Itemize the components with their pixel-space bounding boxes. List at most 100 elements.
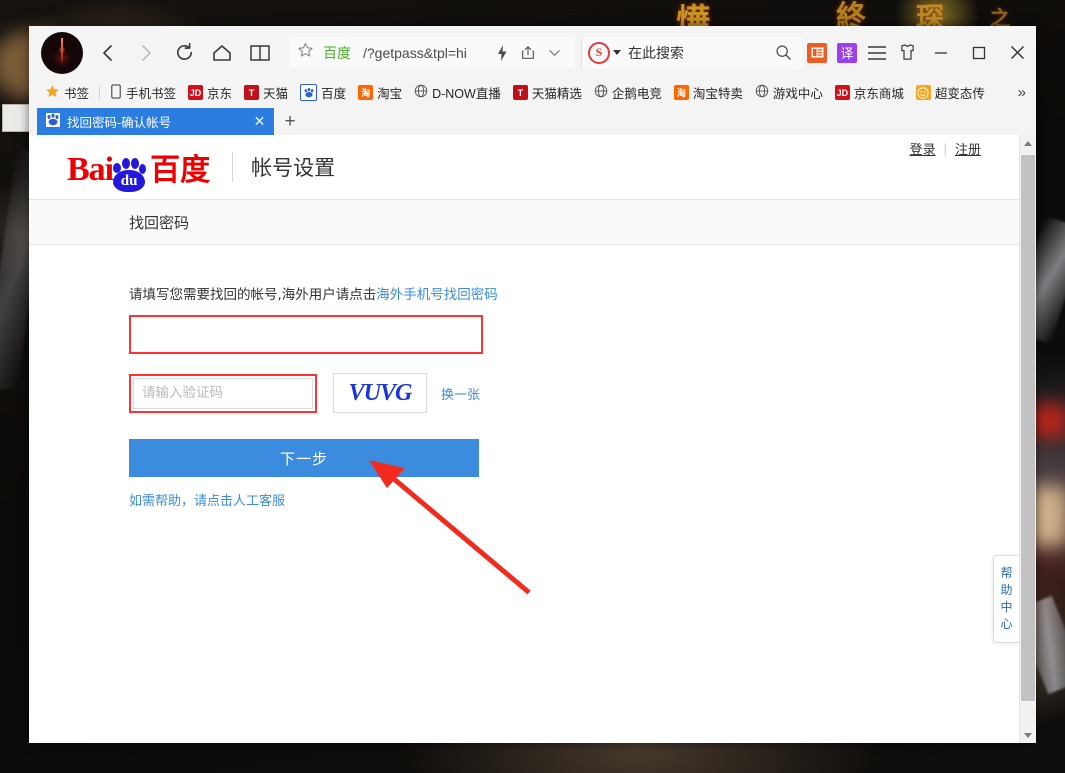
- url-text[interactable]: /?getpass&tpl=hi: [363, 45, 489, 61]
- scroll-up-button[interactable]: [1020, 135, 1036, 151]
- phone-icon: [110, 84, 122, 102]
- bookmark-label: 京东: [207, 83, 232, 102]
- tmall-icon: T: [513, 85, 528, 100]
- bookmark-item-jd[interactable]: JD 京东: [182, 82, 238, 103]
- jd-icon: JD: [835, 85, 850, 100]
- baidu-paw-icon: du: [111, 157, 147, 193]
- avatar[interactable]: [41, 32, 83, 74]
- bookmark-item-dnow[interactable]: D-NOW直播: [408, 82, 507, 103]
- bookmark-item-jd-mall[interactable]: JD 京东商城: [829, 82, 910, 103]
- captcha-image[interactable]: VUVG: [333, 373, 427, 413]
- header-divider: [232, 152, 233, 182]
- header-subtitle: 帐号设置: [251, 152, 335, 182]
- new-tab-button[interactable]: +: [274, 108, 306, 135]
- smiley-icon: [916, 85, 931, 100]
- page-content: Bai du 百度 帐号设置 登录 | 注册: [29, 135, 1019, 743]
- page-scrollbar[interactable]: [1019, 135, 1036, 743]
- logo-bai-text: Bai: [67, 151, 113, 189]
- captcha-row: VUVG 换一张: [129, 373, 1019, 413]
- minimize-button[interactable]: [922, 33, 960, 73]
- home-icon[interactable]: [203, 34, 241, 72]
- taobao-icon: 淘: [358, 85, 373, 100]
- url-site-label: 百度: [323, 43, 351, 63]
- search-box[interactable]: S 在此搜索: [581, 37, 802, 69]
- tab-close-icon[interactable]: ✕: [251, 113, 268, 130]
- captcha-input[interactable]: [133, 378, 313, 409]
- reader-mode-icon[interactable]: [241, 34, 279, 72]
- captcha-refresh-link[interactable]: 换一张: [441, 384, 480, 403]
- search-icon[interactable]: [770, 39, 796, 67]
- menu-icon[interactable]: [862, 36, 892, 70]
- bookmark-item-chaobiantai[interactable]: 超变态传: [910, 82, 991, 103]
- bookmark-label: 百度: [321, 83, 346, 102]
- bookmark-label: 书签: [64, 83, 89, 102]
- scroll-down-button[interactable]: [1020, 727, 1036, 743]
- bookmarks-bar: 书签 手机书签 JD 京东 T 天猫 百度 淘 淘宝: [29, 79, 1036, 106]
- globe-icon: [755, 84, 769, 101]
- bookmark-item-tmall-select[interactable]: T 天猫精选: [507, 82, 588, 103]
- globe-icon: [414, 84, 428, 101]
- section-bar: 找回密码: [29, 200, 1019, 245]
- tmall-icon: T: [244, 85, 259, 100]
- chevron-down-icon[interactable]: [541, 39, 567, 67]
- tab-strip: 找回密码-确认帐号 ✕ +: [29, 106, 1036, 135]
- bookmark-label: 手机书签: [126, 83, 176, 102]
- site-header: Bai du 百度 帐号设置 登录 | 注册: [29, 135, 1019, 200]
- form-hint: 请填写您需要找回的帐号,海外用户请点击海外手机号找回密码: [129, 283, 1019, 303]
- forward-button[interactable]: [127, 34, 165, 72]
- star-icon: [45, 84, 60, 102]
- bookmark-label: 淘宝: [377, 83, 402, 102]
- login-link[interactable]: 登录: [902, 139, 944, 158]
- desktop-icon[interactable]: [2, 104, 32, 132]
- translate-icon[interactable]: 译: [832, 36, 862, 70]
- register-link[interactable]: 注册: [947, 139, 989, 158]
- tab-title: 找回密码-确认帐号: [67, 112, 251, 131]
- tab-找回密码-确认帐号[interactable]: 找回密码-确认帐号 ✕: [37, 108, 274, 135]
- scrollbar-track[interactable]: [1020, 151, 1036, 727]
- engine-dropdown-icon[interactable]: [613, 50, 621, 55]
- share-icon[interactable]: [515, 39, 541, 67]
- bookmark-item-egame[interactable]: 企鹅电竞: [588, 82, 668, 103]
- browser-toolbar: 百度 /?getpass&tpl=hi S 在此搜索: [29, 26, 1036, 79]
- bookmark-label: 游戏中心: [773, 83, 823, 102]
- bookmark-item-gamecenter[interactable]: 游戏中心: [749, 82, 829, 103]
- captcha-image-text: VUVG: [349, 380, 412, 407]
- account-field-highlight: [129, 315, 483, 354]
- bookmark-item-taobao-sale[interactable]: 淘 淘宝特卖: [668, 82, 749, 103]
- back-button[interactable]: [89, 34, 127, 72]
- form-hint-text: 请填写您需要找回的帐号,海外用户请点击: [129, 287, 376, 303]
- overseas-recovery-link[interactable]: 海外手机号找回密码: [376, 287, 498, 303]
- search-input[interactable]: 在此搜索: [628, 43, 770, 63]
- bookmark-item-baidu[interactable]: 百度: [294, 82, 352, 103]
- next-step-button[interactable]: 下一步: [129, 439, 479, 477]
- baidu-logo[interactable]: Bai du 百度: [67, 145, 210, 189]
- bookmark-label: 超变态传: [935, 83, 985, 102]
- logo-du-text: du: [115, 172, 143, 191]
- baidu-icon: [300, 84, 317, 101]
- bookmark-label: 淘宝特卖: [693, 83, 743, 102]
- bookmark-star-icon[interactable]: [297, 42, 314, 64]
- scrollbar-thumb[interactable]: [1021, 155, 1035, 701]
- logo-chinese-text: 百度: [150, 145, 210, 189]
- bookmark-label: 天猫精选: [532, 83, 582, 102]
- bookmark-item-mobile[interactable]: 手机书签: [104, 82, 182, 103]
- bookmark-item-tmall[interactable]: T 天猫: [238, 82, 294, 103]
- sogou-engine-icon[interactable]: S: [588, 42, 610, 64]
- taobao-icon: 淘: [674, 85, 689, 100]
- account-input[interactable]: [133, 319, 479, 350]
- help-center-tab[interactable]: 帮助中心: [993, 555, 1019, 643]
- url-bar[interactable]: 百度 /?getpass&tpl=hi: [289, 37, 575, 69]
- bookmark-label: 京东商城: [854, 83, 904, 102]
- reload-icon[interactable]: [165, 34, 203, 72]
- skin-icon[interactable]: [892, 36, 922, 70]
- lightning-icon[interactable]: [489, 39, 515, 67]
- jd-icon: JD: [188, 85, 203, 100]
- close-button[interactable]: [998, 33, 1036, 73]
- bookmark-label: 企鹅电竞: [612, 83, 662, 102]
- maximize-button[interactable]: [960, 33, 998, 73]
- bookmark-item-shuqian[interactable]: 书签: [39, 82, 95, 103]
- news-icon[interactable]: [802, 36, 832, 70]
- bookmark-item-taobao[interactable]: 淘 淘宝: [352, 82, 408, 103]
- bookmarks-overflow-button[interactable]: »: [1012, 84, 1032, 101]
- customer-service-link[interactable]: 如需帮助，请点击人工客服: [129, 490, 285, 509]
